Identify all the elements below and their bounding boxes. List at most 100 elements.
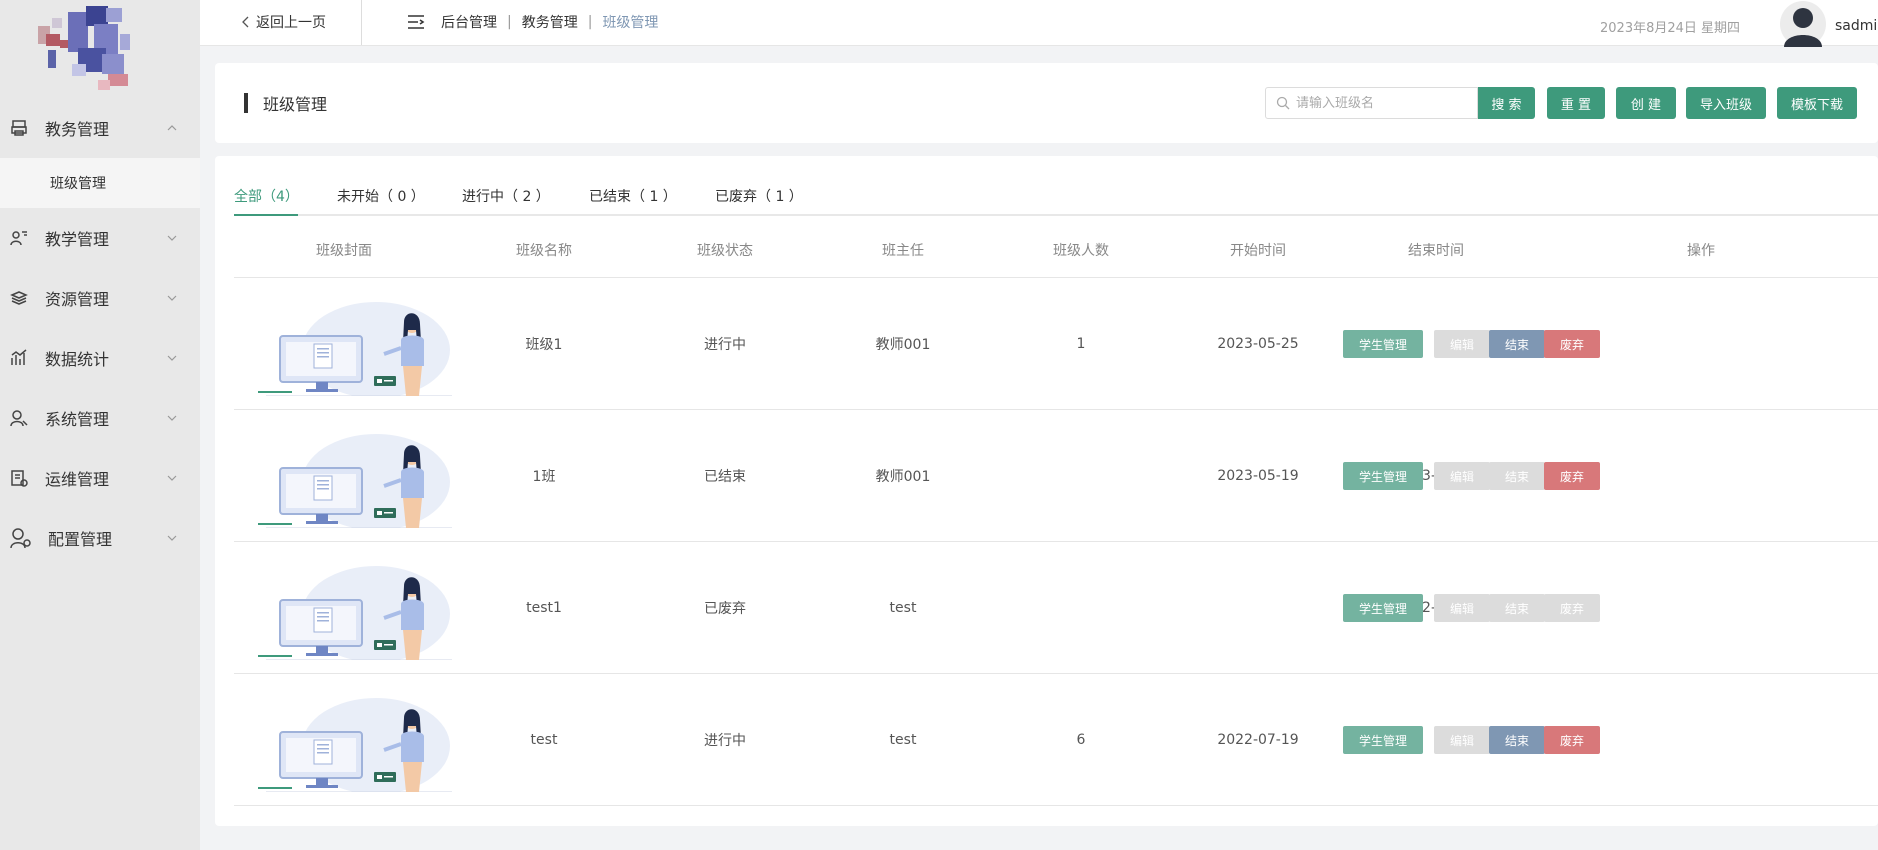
header-divider [361,0,362,45]
active-tab-underline [234,214,298,216]
column-header: 结束时间 [1408,243,1464,259]
reset-button[interactable]: 重 置 [1547,87,1605,119]
discard-button: 废弃 [1544,594,1600,622]
sidebar-item-teaching[interactable]: 教学管理 [0,208,200,268]
student-management-button[interactable]: 学生管理 [1343,726,1423,754]
avatar[interactable] [1780,1,1826,47]
column-header: 操作 [1687,243,1715,259]
status-tabs: 全部（4） 未开始（ 0 ） 进行中（ 2 ） 已结束（ 1 ） 已废弃（ 1 … [234,176,1878,216]
tab-discarded[interactable]: 已废弃（ 1 ） [715,186,803,206]
toolbar-card: 班级管理 搜 索 重 置 创 建 导入班级 模板下载 [215,63,1878,143]
bar-chart-icon [10,349,28,367]
cell-student-count: 1 [1076,336,1086,352]
tab-label: 全部（4） [234,189,299,205]
import-class-button[interactable]: 导入班级 [1686,87,1766,119]
table-row: test1已废弃test2022-07-19学生管理编辑结束废弃 [234,542,1878,674]
cell-head-teacher: test [889,600,917,616]
search-icon [1276,96,1290,110]
discard-button[interactable]: 废弃 [1544,726,1600,754]
sidebar-subitem-class[interactable]: 班级管理 [0,158,200,208]
sidebar-item-config[interactable]: 配置管理 [0,508,200,568]
sidebar-item-statistics[interactable]: 数据统计 [0,328,200,388]
printer-icon [10,119,28,137]
cell-start-time: 2023-05-25 [1217,336,1299,352]
back-button[interactable]: 返回上一页 [242,0,326,44]
tab-ended[interactable]: 已结束（ 1 ） [589,186,677,206]
chevron-left-icon [242,16,249,28]
class-cover-image [258,434,452,528]
breadcrumb-item[interactable]: 后台管理 [441,12,497,32]
user-settings-icon [10,409,28,427]
cell-head-teacher: test [889,732,917,748]
sidebar-item-label: 数据统计 [45,350,110,369]
table-header: 班级封面 班级名称 班级状态 班主任 班级人数 开始时间 结束时间 操作 [234,222,1878,278]
cell-student-count: 6 [1076,732,1086,748]
student-management-button[interactable]: 学生管理 [1343,462,1423,490]
cell-class-name: 班级1 [525,337,563,353]
end-button: 结束 [1489,462,1545,490]
teacher-icon [10,229,28,247]
menu-toggle-icon[interactable] [407,14,425,30]
layers-icon [10,289,28,307]
breadcrumb-item[interactable]: 教务管理 [522,12,578,32]
chevron-down-icon [167,415,177,421]
sidebar-item-label: 系统管理 [45,410,110,429]
column-header: 班级状态 [697,243,753,259]
tab-in-progress[interactable]: 进行中（ 2 ） [462,186,550,206]
sidebar-item-academic[interactable]: 教务管理 [0,98,200,158]
sidebar-item-resources[interactable]: 资源管理 [0,268,200,328]
cell-class-status: 已结束 [704,469,746,485]
cell-class-name: 1班 [532,469,556,485]
edit-button: 编辑 [1434,462,1490,490]
template-download-button[interactable]: 模板下载 [1777,87,1857,119]
logo [38,6,130,90]
column-header: 班级封面 [316,243,372,259]
class-cover-image [258,302,452,396]
column-header: 班级名称 [516,243,572,259]
student-management-button[interactable]: 学生管理 [1343,330,1423,358]
cell-head-teacher: 教师001 [875,469,931,485]
sidebar-item-label: 教务管理 [45,120,110,139]
chevron-down-icon [167,295,177,301]
class-cover-image [258,698,452,792]
discard-button[interactable]: 废弃 [1544,462,1600,490]
sidebar-item-operations[interactable]: 运维管理 [0,448,200,508]
end-button[interactable]: 结束 [1489,330,1545,358]
maintenance-icon [10,469,28,487]
create-button[interactable]: 创 建 [1616,87,1676,119]
discard-button[interactable]: 废弃 [1544,330,1600,358]
column-header: 班级人数 [1053,243,1109,259]
sidebar-item-system[interactable]: 系统管理 [0,388,200,448]
sidebar-item-label: 教学管理 [45,230,110,249]
top-header: 返回上一页 后台管理 | 教务管理 | 班级管理 2023年8月24日 星期四 … [200,0,1878,47]
edit-button: 编辑 [1434,594,1490,622]
tab-not-started[interactable]: 未开始（ 0 ） [337,186,425,206]
cell-start-time: 2023-05-19 [1217,468,1299,484]
sidebar-item-label: 运维管理 [45,470,110,489]
sidebar-item-label: 配置管理 [48,530,113,549]
end-button[interactable]: 结束 [1489,726,1545,754]
search-input[interactable] [1296,95,1466,111]
cell-class-status: 进行中 [704,733,746,749]
chevron-up-icon [167,125,177,131]
sidebar-item-label: 资源管理 [45,290,110,309]
chevron-down-icon [167,355,177,361]
breadcrumb-separator: | [587,14,593,30]
edit-button: 编辑 [1434,726,1490,754]
class-table-card: 全部（4） 未开始（ 0 ） 进行中（ 2 ） 已结束（ 1 ） 已废弃（ 1 … [215,156,1878,826]
cell-class-name: test1 [526,600,562,616]
cell-class-status: 已废弃 [704,601,746,617]
chevron-down-icon [167,535,177,541]
end-button: 结束 [1489,594,1545,622]
cell-class-status: 进行中 [704,337,746,353]
sidebar-menu: 教务管理 班级管理 教学管理 资源管理 数据统计 系统管理 运维管理 配置管理 [0,98,200,568]
column-header: 班主任 [882,243,924,259]
search-box [1265,87,1478,119]
back-label: 返回上一页 [256,15,326,31]
tab-all[interactable]: 全部（4） [234,186,299,206]
table-row: test 进行中 test 6 2022-07-19 学生管理 编辑 结束 废弃 [234,674,1878,806]
username[interactable]: sadmin [1835,0,1878,52]
search-button[interactable]: 搜 索 [1478,87,1535,119]
student-management-button[interactable]: 学生管理 [1343,594,1423,622]
table-row: 班级1 进行中 教师001 1 2023-05-25 学生管理 编辑 结束 废弃 [234,278,1878,410]
